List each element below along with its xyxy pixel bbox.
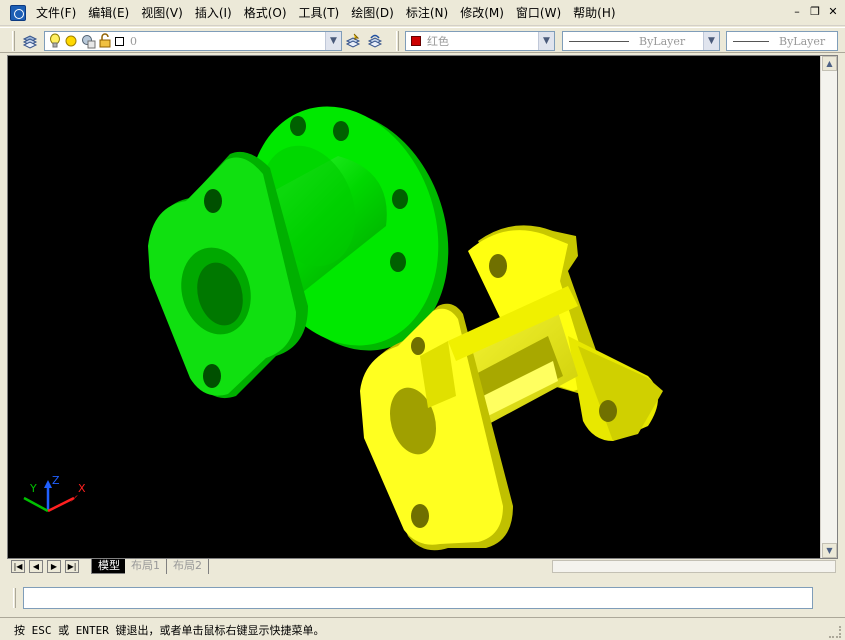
layer-manager-icon[interactable] xyxy=(22,33,38,49)
color-name: 红色 xyxy=(427,35,449,48)
menu-file[interactable]: 文件(F) xyxy=(31,3,81,23)
lineweight-preview xyxy=(733,40,769,42)
linetype-combo[interactable]: ByLayer ▼ xyxy=(562,31,720,51)
command-grip[interactable] xyxy=(13,588,16,608)
chevron-down-icon[interactable]: ▼ xyxy=(703,32,719,50)
menu-draw[interactable]: 绘图(D) xyxy=(346,3,399,23)
color-combo[interactable]: 红色 ▼ xyxy=(405,31,555,51)
tab-model[interactable]: 模型 xyxy=(91,559,127,574)
linetype-name: ByLayer xyxy=(639,34,686,48)
cad-application-window: 文件(F) 编辑(E) 视图(V) 插入(I) 格式(O) 工具(T) 绘图(D… xyxy=(0,0,845,640)
horizontal-scrollbar[interactable] xyxy=(552,560,836,573)
layer-combo[interactable]: 0 ▼ xyxy=(44,31,342,51)
toolbar-grip[interactable] xyxy=(396,31,399,51)
menu-format[interactable]: 格式(O) xyxy=(239,3,292,23)
color-swatch xyxy=(411,36,421,46)
window-controls: – ❐ ✕ xyxy=(789,4,841,20)
close-button[interactable]: ✕ xyxy=(825,4,841,20)
resize-grip[interactable] xyxy=(829,626,841,638)
next-tab-button[interactable]: ▶ xyxy=(47,560,61,573)
first-tab-button[interactable]: |◀ xyxy=(11,560,25,573)
lineweight-name: ByLayer xyxy=(779,34,826,48)
chevron-down-icon[interactable]: ▼ xyxy=(325,32,341,50)
tab-layout1[interactable]: 布局1 xyxy=(125,559,167,574)
command-input[interactable] xyxy=(23,587,813,609)
layout-tab-strip: |◀ ◀ ▶ ▶| 模型 布局1 布局2 xyxy=(7,558,838,574)
minimize-button[interactable]: – xyxy=(789,4,805,20)
last-tab-button[interactable]: ▶| xyxy=(65,560,79,573)
drawing-area[interactable]: Z Y X ▲ ▼ xyxy=(7,55,838,559)
ucs-y-label: Y xyxy=(29,482,37,495)
ucs-x-label: X xyxy=(78,482,86,495)
menu-bar: 文件(F) 编辑(E) 视图(V) 插入(I) 格式(O) 工具(T) 绘图(D… xyxy=(0,0,845,26)
model-space-viewport[interactable]: Z Y X xyxy=(8,56,820,558)
menu-window[interactable]: 窗口(W) xyxy=(511,3,566,23)
menu-edit[interactable]: 编辑(E) xyxy=(83,3,134,23)
command-line-area xyxy=(7,584,838,612)
menu-help[interactable]: 帮助(H) xyxy=(568,3,620,23)
linetype-preview xyxy=(569,40,629,42)
scroll-up-button[interactable]: ▲ xyxy=(822,56,837,71)
layer-name: 0 xyxy=(130,34,137,48)
menu-dimension[interactable]: 标注(N) xyxy=(401,3,453,23)
status-bar: 按 ESC 或 ENTER 键退出，或者单击鼠标右键显示快捷菜单。 xyxy=(0,617,845,640)
menu-insert[interactable]: 插入(I) xyxy=(190,3,237,23)
prev-tab-button[interactable]: ◀ xyxy=(29,560,43,573)
lock-icon[interactable] xyxy=(98,33,112,49)
restore-button[interactable]: ❐ xyxy=(807,4,823,20)
toolbar-grip[interactable] xyxy=(12,31,15,51)
chevron-down-icon[interactable]: ▼ xyxy=(538,32,554,50)
ucs-axis-icon: Z Y X xyxy=(20,474,86,513)
scroll-down-button[interactable]: ▼ xyxy=(822,543,837,558)
vertical-scrollbar[interactable]: ▲ ▼ xyxy=(820,56,837,558)
menu-modify[interactable]: 修改(M) xyxy=(455,3,509,23)
menu-tools[interactable]: 工具(T) xyxy=(294,3,345,23)
menu-view[interactable]: 视图(V) xyxy=(136,3,188,23)
status-prompt-text: 按 ESC 或 ENTER 键退出，或者单击鼠标右键显示快捷菜单。 xyxy=(14,624,325,637)
tab-layout2[interactable]: 布局2 xyxy=(167,559,209,574)
3d-model-render: Z Y X xyxy=(20,106,663,551)
sun-freeze-icon[interactable] xyxy=(64,33,78,49)
layer-color-swatch[interactable] xyxy=(115,36,124,46)
lightbulb-icon[interactable] xyxy=(48,33,62,49)
viewport-freeze-icon[interactable] xyxy=(80,33,96,49)
layers-properties-toolbar: 0 ▼ 红色 ▼ ByLayer ▼ ByLayer xyxy=(0,27,845,53)
make-layer-current-icon[interactable] xyxy=(345,33,361,49)
layer-previous-icon[interactable] xyxy=(367,33,383,49)
ucs-z-label: Z xyxy=(52,474,60,487)
app-icon[interactable] xyxy=(10,4,26,21)
lineweight-combo[interactable]: ByLayer xyxy=(726,31,838,51)
